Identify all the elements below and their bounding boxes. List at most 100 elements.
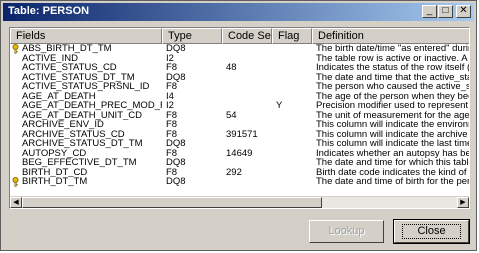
column-header-code-set[interactable]: Code Set xyxy=(222,28,272,44)
table-row[interactable]: AUTOPSY_CD F8 14649 Indicates whether an au… xyxy=(10,149,469,159)
code-set-cell-text: 54 xyxy=(226,110,237,121)
scroll-right-icon[interactable]: ▶ xyxy=(457,197,469,208)
field-name-cell-text: ACTIVE_STATUS_DT_TM xyxy=(22,72,135,83)
close-button[interactable]: Close xyxy=(393,219,470,244)
code-set-cell: 48 xyxy=(222,63,272,73)
field-name-cell-text: ARCHIVE_STATUS_DT_TM xyxy=(22,139,143,149)
field-name-cell: ARCHIVE_ENV_ID xyxy=(10,120,162,130)
type-cell-text: DQ8 xyxy=(166,158,186,168)
code-set-cell xyxy=(222,82,272,92)
code-set-cell: 292 xyxy=(222,168,272,178)
table-row[interactable]: ARCHIVE_STATUS_DT_TM DQ8 This column will … xyxy=(10,139,469,149)
window-title: Table: PERSON xyxy=(8,5,90,17)
type-cell-text: DQ8 xyxy=(166,139,186,149)
table-row[interactable]: ACTIVE_STATUS_DT_TM DQ8 The date and time … xyxy=(10,73,469,83)
table-row[interactable]: BEG_EFFECTIVE_DT_TM DQ8 The date and time … xyxy=(10,158,469,168)
field-name-cell: AGE_AT_DEATH_UNIT_CD xyxy=(10,111,162,121)
type-cell: I2 xyxy=(162,54,222,64)
field-name-cell: ACTIVE_IND xyxy=(10,54,162,64)
minimize-button[interactable]: _ xyxy=(422,5,437,18)
type-cell-text: F8 xyxy=(166,120,178,130)
code-set-cell xyxy=(222,177,272,187)
field-name-cell: ABS_BIRTH_DT_TM xyxy=(10,44,162,54)
type-cell-text: DQ8 xyxy=(166,177,186,187)
flag-cell xyxy=(272,149,312,159)
maximize-button[interactable]: □ xyxy=(438,5,453,18)
code-set-cell xyxy=(222,120,272,130)
field-name-cell-text: ARCHIVE_STATUS_CD xyxy=(22,129,125,140)
type-cell-text: F8 xyxy=(166,82,178,92)
code-set-cell xyxy=(222,44,272,54)
lookup-button[interactable]: Lookup xyxy=(309,220,384,243)
table-row[interactable]: ACTIVE_STATUS_CD F8 48 Indicates the status… xyxy=(10,63,469,73)
field-name-cell: ACTIVE_STATUS_PRSNL_ID xyxy=(10,82,162,92)
field-name-cell: AUTOPSY_CD xyxy=(10,149,162,159)
flag-cell xyxy=(272,92,312,102)
field-name-cell: ARCHIVE_STATUS_DT_TM xyxy=(10,139,162,149)
list-rows: ABS_BIRTH_DT_TM DQ8 The birth date/time "a… xyxy=(10,44,469,198)
table-row[interactable]: AGE_AT_DEATH_UNIT_CD F8 54 The unit of meas… xyxy=(10,111,469,121)
field-name-cell-text: BIRTH_DT_TM xyxy=(22,177,88,187)
type-cell: I4 xyxy=(162,92,222,102)
field-name-cell-text: BEG_EFFECTIVE_DT_TM xyxy=(22,158,137,168)
table-row[interactable]: AGE_AT_DEATH I4 The age of the person when… xyxy=(10,92,469,102)
type-cell-text: F8 xyxy=(166,129,178,140)
flag-cell xyxy=(272,54,312,64)
flag-cell xyxy=(272,168,312,178)
title-bar[interactable]: Table: PERSON _ □ ✕ xyxy=(3,3,474,21)
fields-list-view[interactable]: Fields Type Code Set Flag Definition ABS… xyxy=(9,27,470,209)
definition-cell-text: The date and time for which this table xyxy=(316,158,469,168)
flag-cell xyxy=(272,63,312,73)
column-header-type[interactable]: Type xyxy=(162,28,222,44)
field-name-cell: ACTIVE_STATUS_DT_TM xyxy=(10,73,162,83)
table-row[interactable]: ARCHIVE_ENV_ID F8 This column will indicat… xyxy=(10,120,469,130)
column-header-fields[interactable]: Fields xyxy=(10,28,162,44)
code-set-cell xyxy=(222,101,272,111)
definition-cell-text: The person who caused the active_st xyxy=(316,82,469,92)
type-cell: F8 xyxy=(162,120,222,130)
scrollbar-thumb[interactable] xyxy=(22,197,322,208)
table-row[interactable]: BIRTH_DT_CD F8 292 Birth date code indicate… xyxy=(10,168,469,178)
column-header-definition[interactable]: Definition xyxy=(312,28,469,44)
field-name-cell-text: ACTIVE_IND xyxy=(22,53,78,64)
code-set-cell xyxy=(222,54,272,64)
definition-cell: The person who caused the active_st xyxy=(312,82,469,92)
field-name-cell-text: ACTIVE_STATUS_CD xyxy=(22,63,117,73)
close-window-button[interactable]: ✕ xyxy=(456,5,471,18)
type-cell: DQ8 xyxy=(162,44,222,54)
definition-cell-text: This column will indicate the archive s xyxy=(316,129,469,140)
code-set-cell-text: 292 xyxy=(226,167,242,178)
definition-cell-text: Birth date code indicates the kind of xyxy=(316,167,467,178)
table-row[interactable]: ACTIVE_STATUS_PRSNL_ID F8 The person who c… xyxy=(10,82,469,92)
table-row[interactable]: ABS_BIRTH_DT_TM DQ8 The birth date/time "a… xyxy=(10,44,469,54)
code-set-cell xyxy=(222,139,272,149)
type-cell: I2 xyxy=(162,101,222,111)
type-cell-text: F8 xyxy=(166,63,178,73)
definition-cell: The table row is active or inactive. A xyxy=(312,54,469,64)
table-row[interactable]: ARCHIVE_STATUS_CD F8 391571 This column wil… xyxy=(10,130,469,140)
field-name-cell-text: BIRTH_DT_CD xyxy=(22,167,88,178)
field-name-cell-text: AGE_AT_DEATH_UNIT_CD xyxy=(22,110,143,121)
flag-cell: Y xyxy=(272,101,312,111)
code-set-cell: 391571 xyxy=(222,130,272,140)
table-row[interactable]: ACTIVE_IND I2 The table row is active or i… xyxy=(10,54,469,64)
field-name-cell: AGE_AT_DEATH xyxy=(10,92,162,102)
field-name-cell-text: AGE_AT_DEATH xyxy=(22,91,96,102)
dialog-window: Table: PERSON _ □ ✕ Fields Type Code Set… xyxy=(0,0,477,251)
definition-cell-text: The age of the person when they bec xyxy=(316,91,469,102)
table-row[interactable]: BIRTH_DT_TM DQ8 The date and time of birth… xyxy=(10,177,469,187)
definition-cell-text: This column will indicate the environm xyxy=(316,120,469,130)
code-set-cell-text: 391571 xyxy=(226,129,258,140)
definition-cell-text: The date and time that the active_stat xyxy=(316,72,469,83)
scroll-left-icon[interactable]: ◀ xyxy=(10,197,22,208)
type-cell: F8 xyxy=(162,111,222,121)
definition-cell: The date and time that the active_stat xyxy=(312,73,469,83)
table-row[interactable]: AGE_AT_DEATH_PREC_MOD_FL... I2 Y Precision … xyxy=(10,101,469,111)
column-header-flag[interactable]: Flag xyxy=(272,28,312,44)
code-set-cell-text: 48 xyxy=(226,63,237,73)
horizontal-scrollbar[interactable]: ◀ ▶ xyxy=(10,196,469,208)
definition-cell: The date and time for which this table xyxy=(312,158,469,168)
field-name-cell-text: ABS_BIRTH_DT_TM xyxy=(22,44,112,54)
type-cell: DQ8 xyxy=(162,73,222,83)
type-cell: DQ8 xyxy=(162,139,222,149)
